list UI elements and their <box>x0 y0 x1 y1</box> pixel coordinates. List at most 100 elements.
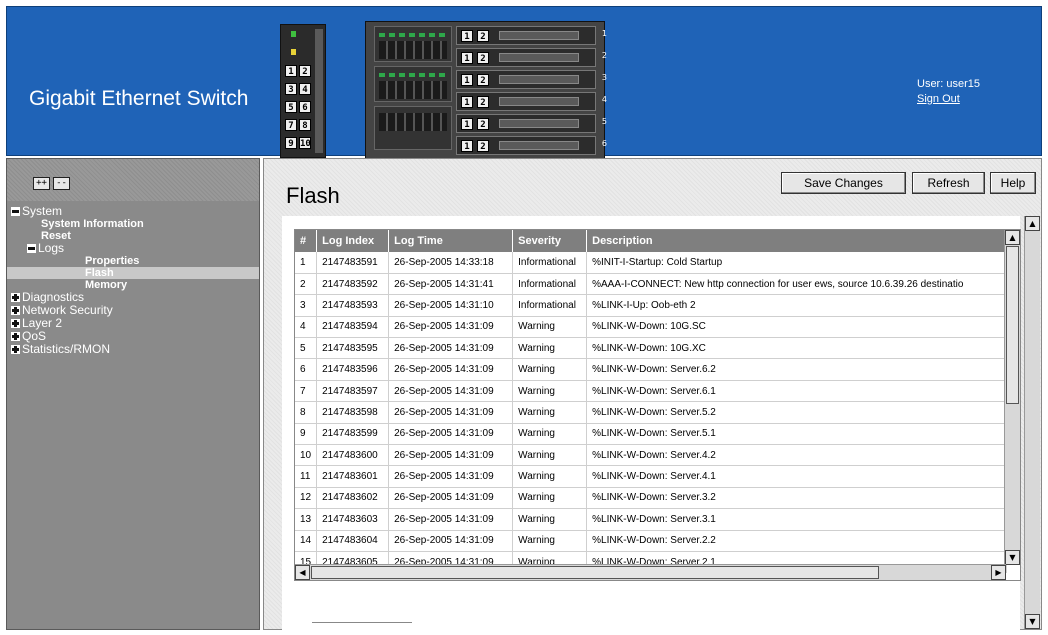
plus-box-icon[interactable] <box>11 332 20 341</box>
left-arrow-icon[interactable]: ◀ <box>295 565 310 580</box>
table-row[interactable]: 7 2147483597 26-Sep-2005 14:31:09 Warning %L… <box>295 380 1008 403</box>
page-vertical-scrollbar[interactable]: ▲ ▼ <box>1024 216 1040 629</box>
table-row[interactable]: 2 2147483592 26-Sep-2005 14:31:41 Informati… <box>295 273 1008 296</box>
table-cell: 6 <box>295 358 318 381</box>
table-cell: 5 <box>295 337 318 360</box>
port-label[interactable]: 7 <box>285 119 297 131</box>
user-label: User: user15 <box>917 78 980 90</box>
refresh-button[interactable]: Refresh <box>912 172 985 194</box>
table-horizontal-scrollbar[interactable]: ◀ ▶ <box>295 564 1006 580</box>
header-banner: Gigabit Ethernet Switch 1 2 3 4 5 6 7 8 … <box>6 6 1042 159</box>
tree-item-properties[interactable]: Properties <box>7 255 259 267</box>
down-arrow-icon[interactable]: ▼ <box>1005 550 1020 565</box>
table-row[interactable]: 5 2147483595 26-Sep-2005 14:31:09 Warning %L… <box>295 337 1008 360</box>
port-label[interactable]: 6 <box>299 101 311 113</box>
table-cell: Warning <box>512 380 588 403</box>
collapse-all-button[interactable]: -- <box>53 177 70 190</box>
divider <box>312 622 412 630</box>
column-header[interactable]: # <box>295 230 318 252</box>
main-content: Flash Save Changes Refresh Help # Log In… <box>263 158 1042 630</box>
scroll-thumb[interactable] <box>311 566 879 579</box>
port-label[interactable]: 3 <box>285 83 297 95</box>
port-label[interactable]: 8 <box>299 119 311 131</box>
port-label[interactable]: 10 <box>299 137 311 149</box>
column-header[interactable]: Description <box>586 230 1008 252</box>
plus-box-icon[interactable] <box>11 306 20 315</box>
minus-box-icon[interactable] <box>11 207 20 216</box>
table-row[interactable]: 12 2147483602 26-Sep-2005 14:31:09 Warning%… <box>295 487 1008 510</box>
table-cell: %LINK-W-Down: Server.4.1 <box>586 465 1008 488</box>
table-cell: Warning <box>512 316 588 339</box>
minus-box-icon[interactable] <box>27 244 36 253</box>
up-arrow-icon[interactable]: ▲ <box>1025 216 1040 231</box>
column-header[interactable]: Log Index <box>316 230 390 252</box>
chassis-blade[interactable]: 12 4 <box>456 92 607 111</box>
right-arrow-icon[interactable]: ▶ <box>991 565 1006 580</box>
column-header[interactable]: Severity <box>512 230 588 252</box>
table-cell: Warning <box>512 444 588 467</box>
plus-box-icon[interactable] <box>11 293 20 302</box>
down-arrow-icon[interactable]: ▼ <box>1025 614 1040 629</box>
column-header[interactable]: Log Time <box>388 230 514 252</box>
chassis-blade[interactable]: 12 6 <box>456 136 607 155</box>
table-row[interactable]: 10 2147483600 26-Sep-2005 14:31:09 Warning%… <box>295 444 1008 467</box>
module-strip <box>315 29 323 153</box>
port-label[interactable]: 2 <box>299 65 311 77</box>
port-label[interactable]: 1 <box>285 65 297 77</box>
blade-module <box>374 66 452 102</box>
tree-item-flash[interactable]: Flash <box>7 267 259 279</box>
table-cell: 2147483596 <box>316 358 390 381</box>
switch-module-image: 1 2 3 4 5 6 7 8 9 10 <box>280 24 326 158</box>
table-row[interactable]: 11 2147483601 26-Sep-2005 14:31:09 Warning%… <box>295 465 1008 488</box>
port-label[interactable]: 9 <box>285 137 297 149</box>
chassis-blade[interactable]: 12 3 <box>456 70 607 89</box>
table-cell: 2147483592 <box>316 273 390 296</box>
slot-number: 1 <box>601 29 607 38</box>
table-row[interactable]: 3 2147483593 26-Sep-2005 14:31:10 Informati… <box>295 294 1008 317</box>
port-label[interactable]: 5 <box>285 101 297 113</box>
save-changes-button[interactable]: Save Changes <box>781 172 906 194</box>
table-cell: %LINK-W-Down: Server.3.2 <box>586 487 1008 510</box>
sign-out-link[interactable]: Sign Out <box>917 92 980 107</box>
table-cell: %LINK-W-Down: Server.6.1 <box>586 380 1008 403</box>
table-cell: Warning <box>512 337 588 360</box>
app-title: Gigabit Ethernet Switch <box>29 87 249 110</box>
tree-item-statistics-rmon[interactable]: Statistics/RMON <box>7 343 259 356</box>
table-row[interactable]: 6 2147483596 26-Sep-2005 14:31:09 Warning %L… <box>295 358 1008 381</box>
plus-box-icon[interactable] <box>11 319 20 328</box>
table-cell: %LINK-I-Up: Oob-eth 2 <box>586 294 1008 317</box>
table-row[interactable]: 4 2147483594 26-Sep-2005 14:31:09 Warning %L… <box>295 316 1008 339</box>
scroll-thumb[interactable] <box>1006 246 1019 404</box>
help-button[interactable]: Help <box>990 172 1036 194</box>
chassis-blade[interactable]: 12 1 <box>456 26 607 45</box>
tree-item-logs[interactable]: Logs <box>7 242 259 255</box>
table-cell: 26-Sep-2005 14:31:09 <box>388 487 514 510</box>
table-cell: 12 <box>295 487 318 510</box>
expand-all-button[interactable]: ++ <box>33 177 50 190</box>
tree-item-label: Statistics/RMON <box>22 342 111 356</box>
tree-item-label: Memory <box>85 279 128 291</box>
table-cell: 26-Sep-2005 14:31:09 <box>388 401 514 424</box>
log-panel: # Log Index Log Time Severity Descriptio… <box>282 216 1021 630</box>
table-cell: %INIT-I-Startup: Cold Startup <box>586 252 1008 274</box>
tree-item-system-information[interactable]: System Information <box>7 218 259 230</box>
table-row[interactable]: 1 2147483591 26-Sep-2005 14:33:18 Informati… <box>295 252 1008 274</box>
table-row[interactable]: 14 2147483604 26-Sep-2005 14:31:09 Warning%… <box>295 530 1008 552</box>
table-vertical-scrollbar[interactable]: ▲ ▼ <box>1004 230 1020 565</box>
table-cell: 2147483600 <box>316 444 390 467</box>
table-cell: 2147483597 <box>316 380 390 403</box>
table-cell: %AAA-I-CONNECT: New http connection for … <box>586 273 1008 296</box>
table-row[interactable]: 13 2147483603 26-Sep-2005 14:31:09 Warning%… <box>295 508 1008 531</box>
up-arrow-icon[interactable]: ▲ <box>1005 230 1020 245</box>
tree-item-system[interactable]: System <box>7 205 259 218</box>
table-cell: 14 <box>295 530 318 552</box>
chassis-blade[interactable]: 12 2 <box>456 48 607 67</box>
chassis-blade[interactable]: 12 5 <box>456 114 607 133</box>
table-cell: 26-Sep-2005 14:31:09 <box>388 508 514 531</box>
plus-box-icon[interactable] <box>11 345 20 354</box>
slot-number: 5 <box>601 117 607 126</box>
table-row[interactable]: 8 2147483598 26-Sep-2005 14:31:09 Warning %L… <box>295 401 1008 424</box>
slot-number: 2 <box>601 51 607 60</box>
port-label[interactable]: 4 <box>299 83 311 95</box>
table-row[interactable]: 9 2147483599 26-Sep-2005 14:31:09 Warning %L… <box>295 423 1008 446</box>
